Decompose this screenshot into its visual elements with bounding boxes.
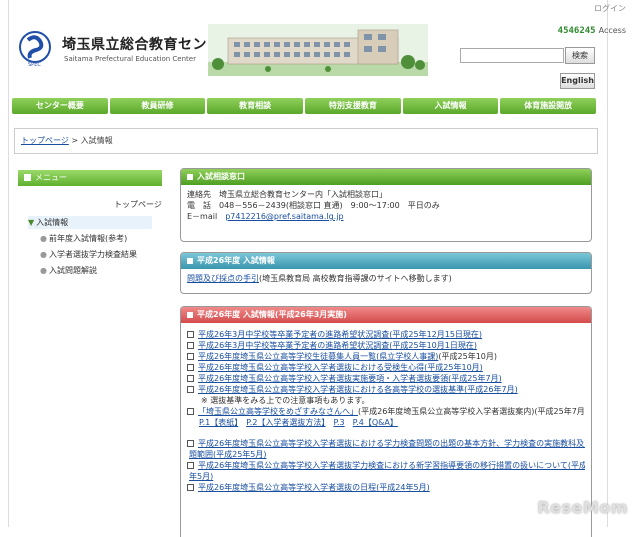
guide-page-1-link[interactable]: P.1【表紙】 [199,418,238,427]
breadcrumb-home[interactable]: トップページ [21,136,69,145]
sidebar-top-page[interactable]: トップページ [114,199,162,210]
scoring-guide-note: (埼玉県教育局 高校教育指導課のサイトへ移動します) [259,274,452,283]
sidebar-sub-item-prev-year[interactable]: ● 前年度入試情報(参考) [40,233,127,244]
building-illustration [208,24,428,76]
scoring-guide-link[interactable]: 問題及び採点の手引 [187,274,259,283]
menu-square-icon [24,174,31,181]
doc-icon [187,484,194,491]
site-subtitle: Saitama Prefectural Education Center [64,55,196,63]
counter-value: 4546245 [557,26,596,36]
main-nav: センター概要 教員研修 教育相談 特別支援教育 入試情報 体育施設開放 [12,98,597,114]
h26-panel-body: 問題及び採点の手引(埼玉県教育局 高校教育指導課のサイトへ移動します) [181,269,591,288]
consult-panel-body: 連絡先 埼玉県立総合教育センター内「入試相談窓口」 電 話 048－556－24… [181,185,591,226]
consult-email-row: E－mail p7412216@pref.saitama.lg.jp [187,212,344,221]
list-item[interactable]: 平成26年度埼玉県公立高等学校入学者選抜における各高等学校の選抜基準(平成26年… [187,384,585,395]
doc-icon [187,375,194,382]
guide-pages-row: P.1【表紙】 P.2【入学者選抜方法】 P.3 P.4【Q&A】 [187,417,585,428]
guide-page-4-link[interactable]: P.4【Q&A】 [353,418,398,427]
h26-panel-header: 平成26年度 入試情報 [181,253,591,269]
breadcrumb-current: 入試情報 [80,136,113,145]
doc-icon [187,440,194,447]
square-icon [187,311,193,318]
bullet-icon: ● [40,266,47,275]
h26-march-panel-body: 平成26年3月中学校等卒業予定者の進路希望状況調査(平成25年12月15日現在)… [181,323,591,497]
nav-exam-info[interactable]: 入試情報 [402,98,499,114]
svg-text:SPEC: SPEC [28,62,41,68]
h26-panel: 平成26年度 入試情報 問題及び採点の手引(埼玉県教育局 高校教育指導課のサイト… [180,252,592,294]
list-item[interactable]: 平成26年度埼玉県公立高等学校入学者選抜における学力検査問題の出題の基本方針、学… [187,438,585,449]
nav-sports-facility[interactable]: 体育施設開放 [500,98,597,114]
breadcrumb-separator: > [68,136,81,145]
guide-page-2-link[interactable]: P.2【入学者選抜方法】 [246,418,325,427]
sidebar-menu-header: メニュー [18,170,162,186]
menu-title: メニュー [35,173,67,182]
list-item-continuation[interactable]: 題範囲(平成25年5月) [187,449,585,460]
h26-march-panel-header: 平成26年度 入試情報(平成26年3月実施) [181,307,591,323]
resemom-watermark: ReseMom [537,498,628,517]
list-item[interactable]: 平成26年度埼玉県公立高等学校入学者選抜における受検生心得(平成25年10月) [187,362,585,373]
doc-icon [187,353,194,360]
login-link[interactable]: ログイン [594,3,626,14]
nav-education-consult[interactable]: 教育相談 [207,98,304,114]
access-counter: 4546245 Access [558,26,626,36]
nav-special-support[interactable]: 特別支援教育 [305,98,401,114]
list-item[interactable]: 平成26年3月中学校等卒業予定者の進路希望状況調査(平成25年10月1日現在) [187,340,585,351]
list-item[interactable]: 平成26年度埼玉県公立高等学校生徒募集人員一覧(県立学校人事課)(平成25年10… [187,351,585,362]
consult-contact: 連絡先 埼玉県立総合教育センター内「入試相談窓口」 [187,190,387,199]
spec-logo[interactable]: SPEC [16,30,54,68]
list-item[interactable]: 「埼玉県公立高等学校をめざすみなさんへ」(平成26年度埼玉県公立高等学校入学者選… [187,406,585,417]
bullet-icon: ● [40,250,47,259]
consult-panel-header: 入試相談窓口 [181,169,591,185]
consult-email-link[interactable]: p7412216@pref.saitama.lg.jp [225,212,343,221]
doc-icon [187,331,194,338]
h26-march-panel: 平成26年度 入試情報(平成26年3月実施) 平成26年3月中学校等卒業予定者の… [180,306,592,537]
doc-icon [187,386,194,393]
sidebar-sub-item-exam-commentary[interactable]: ● 入試問題解説 [40,265,97,276]
breadcrumb: トップページ > 入試情報 [14,128,598,154]
list-item[interactable]: 平成26年度埼玉県公立高等学校入学者選抜学力検査における新学習指導要領の移行措置… [187,460,585,471]
consult-phone: 電 話 048－556－2439(相談窓口 直通) 9:00～17:00 平日の… [187,201,440,210]
search-input[interactable] [460,48,564,63]
doc-icon [187,364,194,371]
nav-teacher-training[interactable]: 教員研修 [109,98,206,114]
selection-note: ※ 選抜基準をみる上での注意事項もあります。 [201,396,370,405]
counter-label: Access [598,26,626,35]
triangle-down-icon: ▼ [28,218,35,227]
square-icon [187,257,193,264]
list-item[interactable]: 平成26年3月中学校等卒業予定者の進路希望状況調査(平成25年12月15日現在) [187,329,585,340]
guide-page-3-link[interactable]: P.3 [333,418,344,427]
doc-icon [187,342,194,349]
nav-center-overview[interactable]: センター概要 [12,98,108,114]
sidebar-item-label: 入試情報 [36,218,69,227]
square-icon [187,173,193,180]
consult-panel: 入試相談窓口 連絡先 埼玉県立総合教育センター内「入試相談窓口」 電 話 048… [180,168,592,242]
bullet-icon: ● [40,234,47,243]
list-item[interactable]: 平成26年度埼玉県公立高等学校入学者選抜実施要項・入学者選抜要領(平成25年7月… [187,373,585,384]
sidebar-sub-item-exam-results[interactable]: ● 入学者選抜学力検査結果 [40,249,137,260]
english-button[interactable]: English [560,73,595,89]
list-item-continuation[interactable]: 年5月) [187,471,585,482]
doc-icon [187,408,194,415]
sidebar-item-exam-info[interactable]: ▼ 入試情報 [28,216,152,229]
search-button[interactable]: 検索 [565,47,595,64]
doc-icon [187,462,194,469]
list-item[interactable]: 平成26年度埼玉県公立高等学校入学者選抜の日程(平成24年5月) [187,482,585,493]
